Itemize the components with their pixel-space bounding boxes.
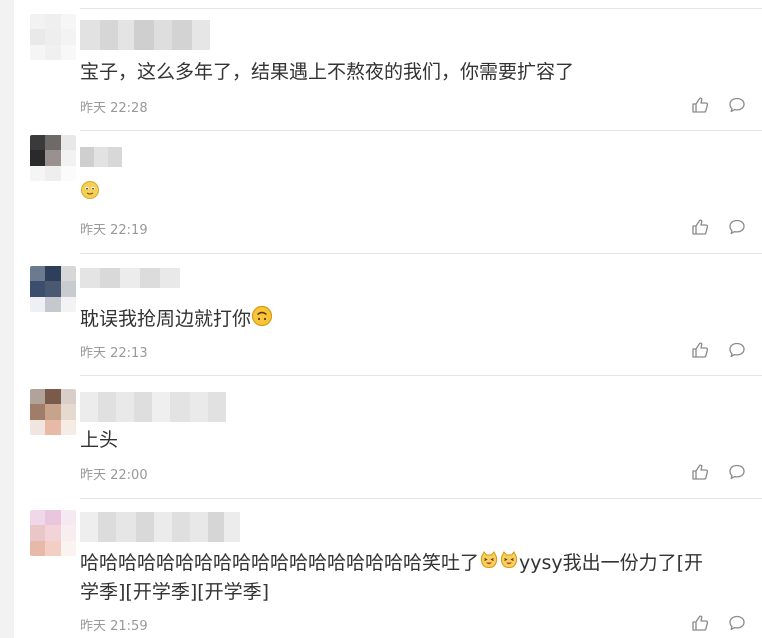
comment-timestamp: 昨天 21:59 <box>80 619 148 634</box>
comment-text-line: 哈哈哈哈哈哈哈哈哈哈哈哈哈哈哈哈哈哈笑吐了 yysy我出一份力了[开 <box>80 550 750 577</box>
like-icon[interactable] <box>691 614 709 636</box>
laughing-cat-icon <box>479 550 499 577</box>
comment-list: 宝子，这么多年了，结果遇上不熬夜的我们，你需要扩容了 昨天 22:28 昨天 2… <box>0 0 762 638</box>
comment-text-content: yysy我出一份力了[开 <box>519 552 704 574</box>
comment-text-line: 学季][开学季][开学季] <box>80 581 270 603</box>
comment-text-content: 哈哈哈哈哈哈哈哈哈哈哈哈哈哈哈哈哈哈笑吐了 <box>80 552 480 574</box>
comment-item: 哈哈哈哈哈哈哈哈哈哈哈哈哈哈哈哈哈哈笑吐了 yysy我出一份力了[开 学季][开… <box>0 0 762 638</box>
username[interactable] <box>80 512 240 542</box>
laughing-cat-icon <box>499 550 519 577</box>
comment-icon[interactable] <box>728 614 746 636</box>
avatar[interactable] <box>30 510 76 556</box>
comment-text: 哈哈哈哈哈哈哈哈哈哈哈哈哈哈哈哈哈哈笑吐了 yysy我出一份力了[开 学季][开… <box>80 550 750 605</box>
